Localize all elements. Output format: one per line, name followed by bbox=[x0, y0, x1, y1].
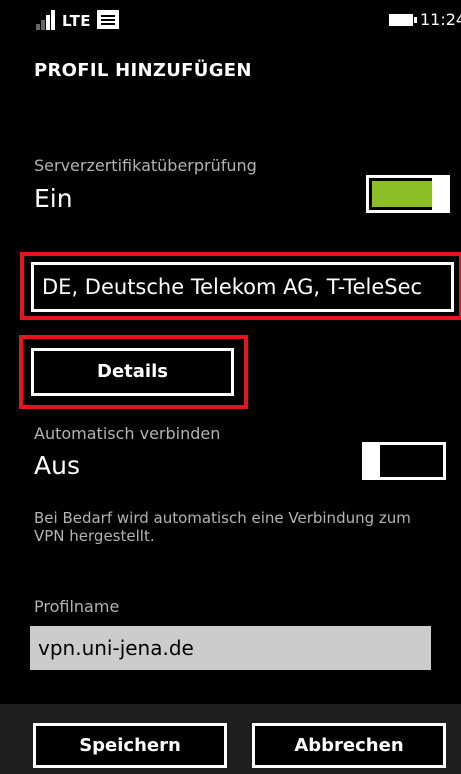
certificate-value: DE, Deutsche Telekom AG, T-TeleSec bbox=[42, 275, 423, 299]
toggle-thumb[interactable] bbox=[362, 442, 380, 480]
save-button[interactable]: Speichern bbox=[33, 723, 227, 768]
details-button[interactable]: Details bbox=[31, 348, 234, 396]
toggle-thumb[interactable] bbox=[432, 175, 450, 213]
auto-connect-label: Automatisch verbinden bbox=[34, 424, 221, 443]
auto-connect-value: Aus bbox=[34, 451, 80, 480]
toggle-fill bbox=[372, 181, 432, 207]
auto-connect-description: Bei Bedarf wird automatisch eine Verbind… bbox=[34, 509, 411, 545]
app-bar: Speichern Abbrechen bbox=[0, 704, 461, 774]
status-bar: LTE 11:24 bbox=[0, 0, 461, 40]
page-title: PROFIL HINZUFÜGEN bbox=[34, 60, 252, 81]
profile-name-input[interactable]: vpn.uni-jena.de bbox=[30, 626, 431, 670]
certificate-selector[interactable]: DE, Deutsche Telekom AG, T-TeleSec bbox=[31, 262, 454, 312]
signal-icon bbox=[36, 8, 56, 30]
server-cert-check-toggle[interactable] bbox=[366, 175, 450, 213]
message-icon bbox=[97, 10, 119, 29]
profile-name-label: Profilname bbox=[34, 597, 120, 616]
cancel-button[interactable]: Abbrechen bbox=[252, 723, 446, 768]
auto-connect-toggle[interactable] bbox=[362, 442, 446, 480]
network-type: LTE bbox=[62, 12, 92, 30]
battery-icon bbox=[389, 14, 417, 26]
server-cert-check-value: Ein bbox=[34, 184, 73, 213]
server-cert-check-label: Serverzertifikatüberprüfung bbox=[34, 156, 257, 175]
status-time: 11:24 bbox=[420, 10, 461, 29]
